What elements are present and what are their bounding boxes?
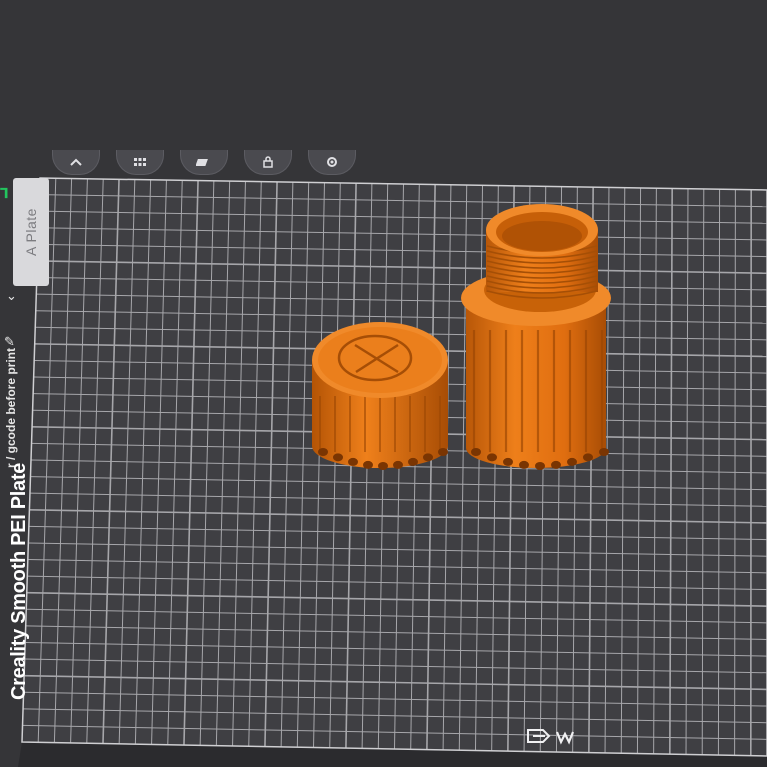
bed-type-label: Creality Smooth PEI Plate (8, 462, 30, 700)
cap-rib-dot (393, 460, 403, 469)
cap-rib-dot (318, 448, 328, 456)
body-rib-dot (471, 448, 481, 456)
cap-rib-dot (333, 453, 343, 462)
cap-rib-dot (378, 462, 388, 470)
plate-origin-logo (527, 729, 575, 745)
axis-indicator: ⅂ (0, 185, 8, 201)
body-rib-dot (567, 457, 577, 466)
body-rib-dot (583, 453, 593, 462)
3d-viewport[interactable]: ⅂ A Plate ⌄ ✎ r / gcode before print Cre… (0, 0, 767, 767)
plate-tab-label: A Plate (23, 208, 39, 256)
body-rib-dot (519, 460, 529, 469)
body-rib-dot (551, 460, 561, 469)
body-rib-dot (487, 453, 497, 462)
build-plate[interactable] (0, 0, 767, 767)
chevron-down-icon[interactable]: ⌄ (6, 288, 17, 304)
cap-rib-dot (438, 448, 448, 456)
model-cap[interactable] (312, 322, 448, 470)
body-rib-dot (535, 462, 545, 470)
gcode-hint-label: r / gcode before print (4, 347, 18, 468)
cap-rib-dot (423, 453, 433, 462)
cap-rib-dot (363, 460, 373, 469)
cap-rib-dot (348, 457, 358, 466)
plate-tab[interactable]: A Plate (13, 178, 49, 286)
body-rib-dot (503, 457, 513, 466)
body-rib-dot (599, 448, 609, 456)
cap-rib-dot (408, 457, 418, 466)
